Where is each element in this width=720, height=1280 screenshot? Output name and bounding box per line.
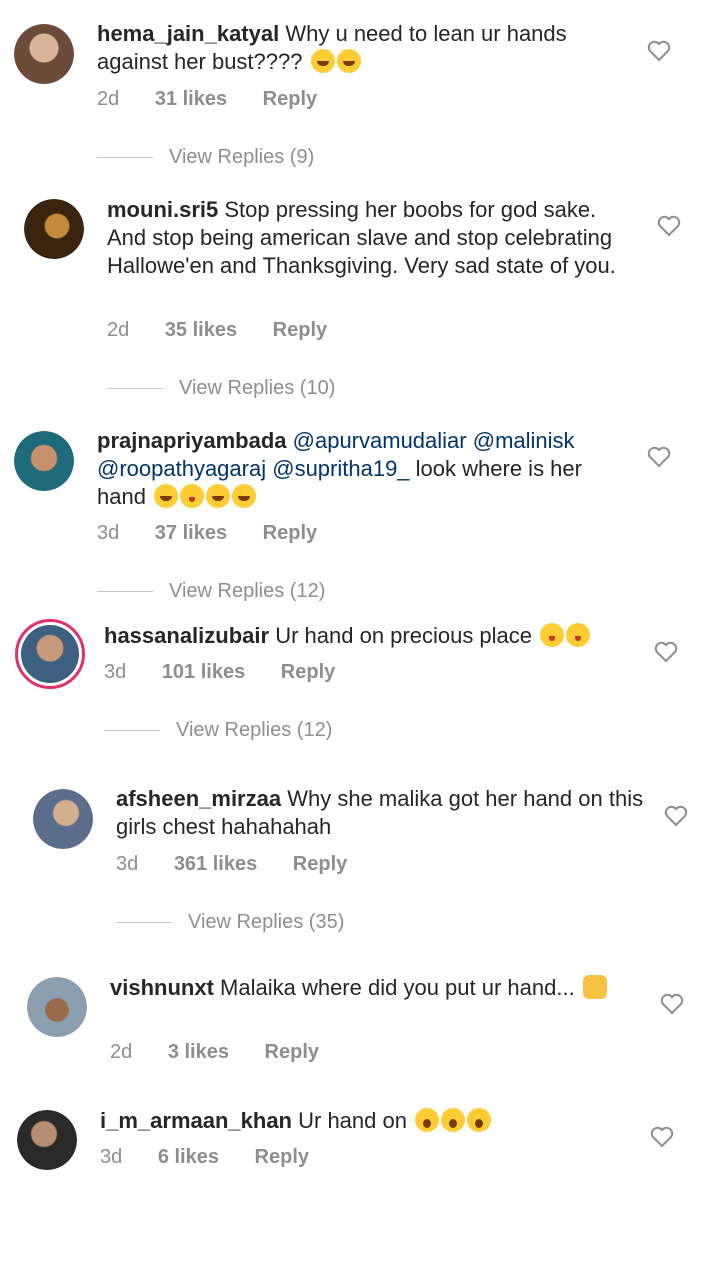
mention-link[interactable]: @malinisk <box>473 428 575 453</box>
grin-emoji-icon <box>310 49 335 73</box>
timestamp: 2d <box>107 319 130 341</box>
comment-body: Ur hand on precious place <box>275 623 533 648</box>
avatar[interactable] <box>14 24 74 84</box>
astonished-emoji-icon <box>415 1108 440 1132</box>
comment-meta: 2d 31 likes Reply <box>97 88 347 111</box>
username[interactable]: prajnapriyambada <box>97 428 287 453</box>
reply-button[interactable]: Reply <box>293 853 347 875</box>
view-replies-label: View Replies (35) <box>188 911 345 933</box>
username[interactable]: afsheen_mirzaa <box>116 786 281 811</box>
username[interactable]: vishnunxt <box>110 975 214 1000</box>
reply-button[interactable]: Reply <box>273 319 327 341</box>
grin-emoji-icon <box>336 49 361 73</box>
avatar[interactable] <box>33 789 93 849</box>
avatar[interactable] <box>14 431 74 491</box>
likes-count[interactable]: 31 likes <box>155 88 227 110</box>
avatar[interactable] <box>15 619 85 689</box>
comment-body: Malaika where did you put ur hand... <box>220 975 575 1000</box>
comment-body: Ur hand on <box>298 1108 407 1133</box>
heart-icon[interactable] <box>647 40 671 62</box>
timestamp: 3d <box>97 522 120 544</box>
mention-link[interactable]: @supritha19_ <box>272 456 409 481</box>
heart-icon[interactable] <box>650 1126 674 1148</box>
comment-meta: 3d 361 likes Reply <box>116 853 377 876</box>
comment-text: prajnapriyambada @apurvamudaliar @malini… <box>97 427 627 511</box>
likes-count[interactable]: 101 likes <box>162 661 245 683</box>
heart-icon[interactable] <box>657 215 681 237</box>
mention-link[interactable]: @apurvamudaliar <box>293 428 467 453</box>
reply-button[interactable]: Reply <box>281 661 335 683</box>
timestamp: 3d <box>116 853 139 875</box>
avatar[interactable] <box>27 977 87 1037</box>
view-replies-label: View Replies (12) <box>169 580 326 602</box>
reply-button[interactable]: Reply <box>265 1041 319 1063</box>
view-replies-label: View Replies (9) <box>169 146 315 168</box>
view-replies-link[interactable]: View Replies (12) <box>97 580 325 603</box>
astonished-emoji-icon <box>441 1108 466 1132</box>
heart-icon[interactable] <box>654 641 678 663</box>
divider <box>97 157 153 158</box>
view-replies-link[interactable]: View Replies (9) <box>97 146 314 169</box>
heart-icon[interactable] <box>647 446 671 468</box>
avatar[interactable] <box>24 199 84 259</box>
likes-count[interactable]: 35 likes <box>165 319 237 341</box>
timestamp: 2d <box>110 1041 133 1063</box>
comment-text: hassanalizubair Ur hand on precious plac… <box>104 622 634 650</box>
reply-button[interactable]: Reply <box>255 1146 309 1168</box>
view-replies-label: View Replies (12) <box>176 719 333 741</box>
username[interactable]: mouni.sri5 <box>107 197 218 222</box>
comment-text: mouni.sri5 Stop pressing her boobs for g… <box>107 196 637 280</box>
reply-button[interactable]: Reply <box>263 88 317 110</box>
view-replies-label: View Replies (10) <box>179 377 336 399</box>
comment-meta: 2d 3 likes Reply <box>110 1041 349 1064</box>
folded-hands-emoji-icon <box>582 975 607 999</box>
grin-emoji-icon <box>154 484 179 508</box>
avatar[interactable] <box>17 1110 77 1170</box>
grin-emoji-icon <box>232 484 257 508</box>
username[interactable]: hassanalizubair <box>104 623 269 648</box>
comment-meta: 2d 35 likes Reply <box>107 319 357 342</box>
reply-button[interactable]: Reply <box>263 522 317 544</box>
view-replies-link[interactable]: View Replies (35) <box>116 911 344 934</box>
comment-meta: 3d 101 likes Reply <box>104 661 365 684</box>
likes-count[interactable]: 3 likes <box>168 1041 229 1063</box>
grin-emoji-icon <box>206 484 231 508</box>
astonished-emoji-icon <box>467 1108 492 1132</box>
comment-meta: 3d 6 likes Reply <box>100 1146 339 1169</box>
username[interactable]: hema_jain_katyal <box>97 21 279 46</box>
comment-text: i_m_armaan_khan Ur hand on <box>100 1107 630 1135</box>
comment-text: vishnunxt Malaika where did you put ur h… <box>110 974 640 1002</box>
kiss-emoji-icon <box>566 623 591 647</box>
timestamp: 3d <box>100 1146 123 1168</box>
divider <box>116 922 172 923</box>
timestamp: 3d <box>104 661 127 683</box>
mention-link[interactable]: @roopathyagaraj <box>97 456 266 481</box>
kiss-emoji-icon <box>180 484 205 508</box>
view-replies-link[interactable]: View Replies (12) <box>104 719 332 742</box>
likes-count[interactable]: 37 likes <box>155 522 227 544</box>
divider <box>104 730 160 731</box>
kiss-emoji-icon <box>540 623 565 647</box>
comment-text: afsheen_mirzaa Why she malika got her ha… <box>116 785 646 841</box>
likes-count[interactable]: 361 likes <box>174 853 257 875</box>
divider <box>107 388 163 389</box>
likes-count[interactable]: 6 likes <box>158 1146 219 1168</box>
comment-text: hema_jain_katyal Why u need to lean ur h… <box>97 20 627 76</box>
divider <box>97 591 153 592</box>
username[interactable]: i_m_armaan_khan <box>100 1108 292 1133</box>
comment-meta: 3d 37 likes Reply <box>97 522 347 545</box>
timestamp: 2d <box>97 88 120 110</box>
view-replies-link[interactable]: View Replies (10) <box>107 377 335 400</box>
heart-icon[interactable] <box>660 993 684 1015</box>
heart-icon[interactable] <box>664 805 688 827</box>
